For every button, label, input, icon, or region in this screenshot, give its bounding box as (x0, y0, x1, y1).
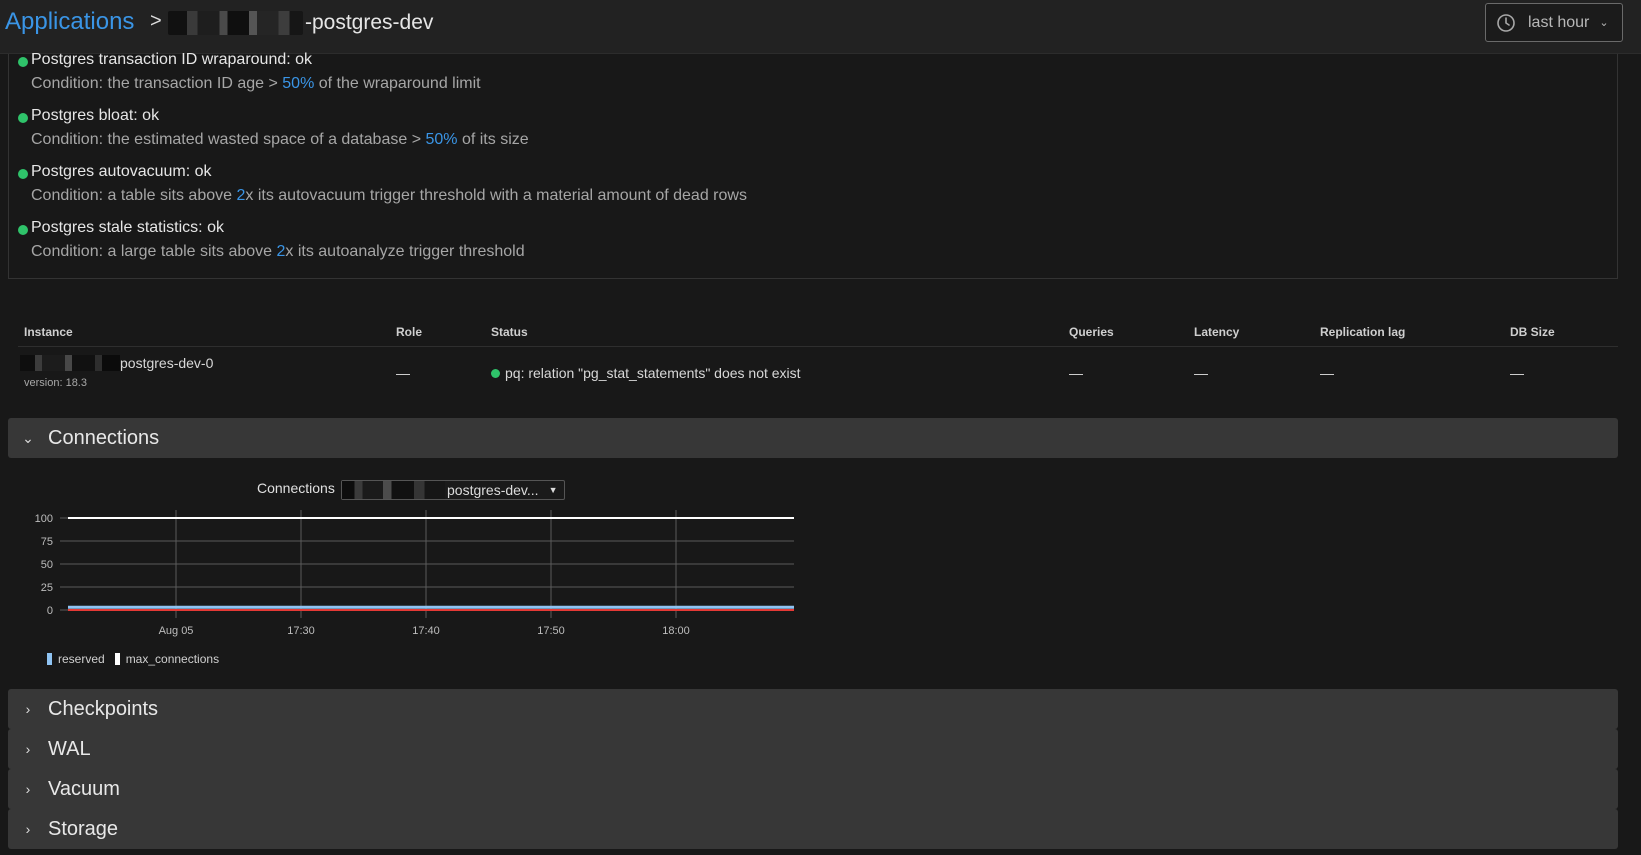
column-header-latency: Latency (1194, 325, 1240, 339)
legend-swatch (47, 653, 52, 665)
column-header-db-size: DB Size (1510, 325, 1555, 339)
check-condition: Condition: a table sits above 2x its aut… (31, 187, 747, 204)
chart-legend: reserved max_connections (47, 652, 229, 666)
instance-db-size: — (1510, 365, 1524, 381)
instance-status: pq: relation "pg_stat_statements" does n… (491, 365, 801, 381)
app-name: -postgres-dev (305, 11, 434, 34)
section-label: Vacuum (48, 777, 120, 800)
section-label: Connections (48, 426, 160, 449)
top-bar: Applications > -postgres-dev last hour ⌄ (0, 0, 1641, 54)
check-threshold[interactable]: 50% (282, 75, 314, 92)
breadcrumb-separator: > (150, 10, 162, 32)
y-tick-label: 0 (47, 605, 53, 617)
chevron-right-icon: › (25, 781, 31, 797)
x-tick-label: 17:50 (537, 625, 565, 637)
chevron-right-icon: › (25, 741, 31, 757)
time-range-label: last hour (1528, 13, 1590, 31)
section-vacuum[interactable]: › Vacuum (8, 769, 1618, 809)
redacted-text (168, 11, 303, 35)
y-tick-label: 50 (41, 559, 53, 571)
chart-title: Connections (257, 480, 335, 496)
check-title: Postgres autovacuum: ok (31, 163, 212, 180)
instance-select[interactable]: postgres-dev... ▼ (341, 480, 565, 500)
connections-chart: 100 75 50 25 0 Aug 05 17:30 17:40 17:50 18:00 (35, 510, 794, 637)
column-header-role: Role (396, 325, 423, 339)
instance-queries: — (1069, 365, 1083, 381)
chevron-down-icon: ⌄ (1599, 17, 1609, 29)
legend-item-reserved[interactable]: reserved (47, 652, 105, 666)
section-storage[interactable]: › Storage (8, 809, 1618, 849)
status-ok-icon (18, 113, 28, 123)
y-tick-label: 75 (41, 536, 53, 548)
x-tick-label: Aug 05 (159, 625, 194, 637)
column-header-queries: Queries (1069, 325, 1114, 339)
check-title: Postgres bloat: ok (31, 107, 160, 124)
check-condition: Condition: a large table sits above 2x i… (31, 243, 525, 260)
x-tick-label: 17:40 (412, 625, 440, 637)
y-tick-label: 25 (41, 582, 53, 594)
section-wal[interactable]: › WAL (8, 729, 1618, 769)
breadcrumb-applications-link[interactable]: Applications (5, 8, 134, 36)
x-tick-label: 18:00 (662, 625, 690, 637)
instance-name: postgres-dev-0 (120, 355, 214, 371)
caret-down-icon: ▼ (548, 485, 558, 495)
chevron-down-icon: ⌄ (22, 429, 34, 446)
redacted-text (342, 481, 445, 499)
instance-version: version: 18.3 (24, 377, 87, 389)
instance-link[interactable]: postgres-dev-0 (20, 354, 213, 372)
instance-replication-lag: — (1320, 365, 1334, 381)
check-condition: Condition: the estimated wasted space of… (31, 131, 529, 148)
status-ok-icon (491, 369, 500, 378)
selected-instance: postgres-dev... (447, 482, 539, 498)
redacted-text (20, 355, 120, 371)
breadcrumb-current-app: -postgres-dev (168, 10, 433, 36)
status-ok-icon (18, 57, 28, 67)
status-ok-icon (18, 169, 28, 179)
chevron-right-icon: › (25, 701, 31, 717)
section-checkpoints[interactable]: › Checkpoints (8, 689, 1618, 729)
instance-latency: — (1194, 365, 1208, 381)
check-condition: Condition: the transaction ID age > 50% … (31, 75, 481, 92)
section-label: WAL (48, 737, 91, 760)
legend-swatch (114, 653, 120, 665)
status-ok-icon (18, 225, 28, 235)
column-header-status: Status (491, 325, 528, 339)
y-tick-label: 100 (35, 513, 53, 525)
check-title: Postgres transaction ID wraparound: ok (31, 51, 313, 68)
x-tick-label: 17:30 (287, 625, 315, 637)
chevron-right-icon: › (25, 821, 31, 837)
instance-role: — (396, 365, 410, 381)
column-header-instance: Instance (24, 325, 73, 339)
section-connections[interactable]: ⌄ Connections (8, 418, 1618, 458)
legend-item-max-connections[interactable]: max_connections (114, 652, 219, 666)
check-title: Postgres stale statistics: ok (31, 219, 224, 236)
section-label: Storage (48, 817, 119, 840)
time-range-picker[interactable]: last hour ⌄ (1485, 3, 1623, 42)
section-label: Checkpoints (48, 697, 159, 720)
clock-icon (1497, 13, 1515, 32)
check-threshold[interactable]: 50% (425, 131, 457, 148)
table-divider (18, 346, 1618, 347)
column-header-replication-lag: Replication lag (1320, 325, 1406, 339)
